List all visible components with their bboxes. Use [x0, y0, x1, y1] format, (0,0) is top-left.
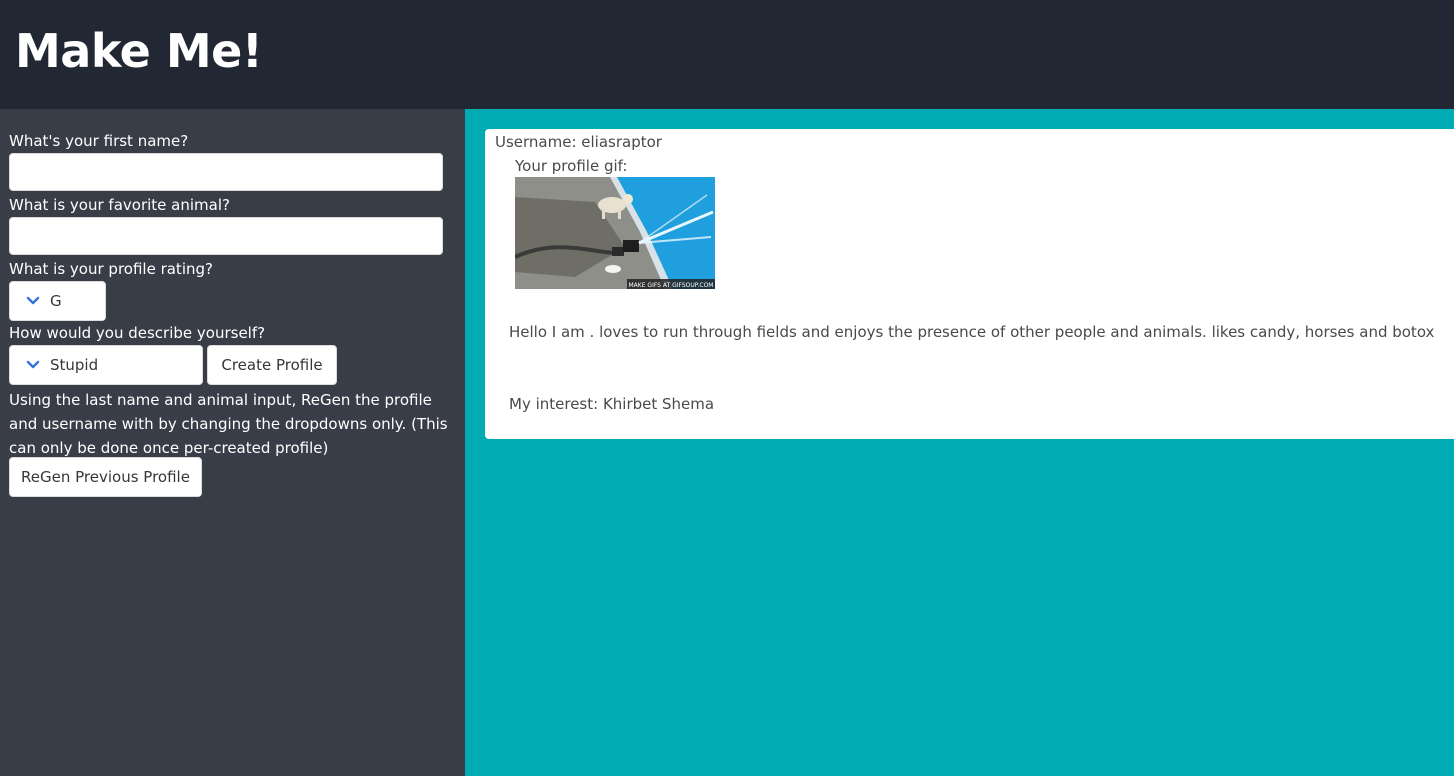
app-header: Make Me!: [0, 0, 1454, 109]
profile-gif-image: MAKE GIFS AT GIFSOUP.COM: [515, 177, 715, 289]
regen-previous-profile-button[interactable]: ReGen Previous Profile: [9, 457, 202, 497]
profile-rating-value: G: [50, 292, 62, 310]
describe-yourself-select[interactable]: Stupid: [9, 345, 203, 385]
first-name-label: What's your first name?: [9, 132, 189, 150]
page-title: Make Me!: [15, 24, 263, 78]
chevron-down-icon: [26, 296, 40, 305]
chevron-down-icon: [26, 360, 40, 369]
profile-card: Username: eliasraptor Your profile gif: …: [485, 129, 1454, 439]
describe-yourself-value: Stupid: [50, 356, 99, 374]
profile-gif-label: Your profile gif:: [515, 157, 628, 175]
first-name-input[interactable]: [9, 153, 443, 191]
regen-note: Using the last name and animal input, Re…: [9, 391, 448, 457]
username-text: Username: eliasraptor: [495, 133, 662, 151]
describe-yourself-label: How would you describe yourself?: [9, 324, 266, 342]
profile-rating-label: What is your profile rating?: [9, 260, 213, 278]
create-profile-button[interactable]: Create Profile: [207, 345, 337, 385]
favorite-animal-input[interactable]: [9, 217, 443, 255]
profile-interest: My interest: Khirbet Shema: [509, 395, 715, 413]
profile-form-sidebar: What's your first name? What is your fav…: [0, 109, 465, 776]
gif-watermark: MAKE GIFS AT GIFSOUP.COM: [629, 282, 714, 289]
favorite-animal-label: What is your favorite animal?: [9, 196, 230, 214]
profile-rating-select[interactable]: G: [9, 281, 106, 321]
profile-bio: Hello I am . loves to run through fields…: [509, 323, 1435, 341]
